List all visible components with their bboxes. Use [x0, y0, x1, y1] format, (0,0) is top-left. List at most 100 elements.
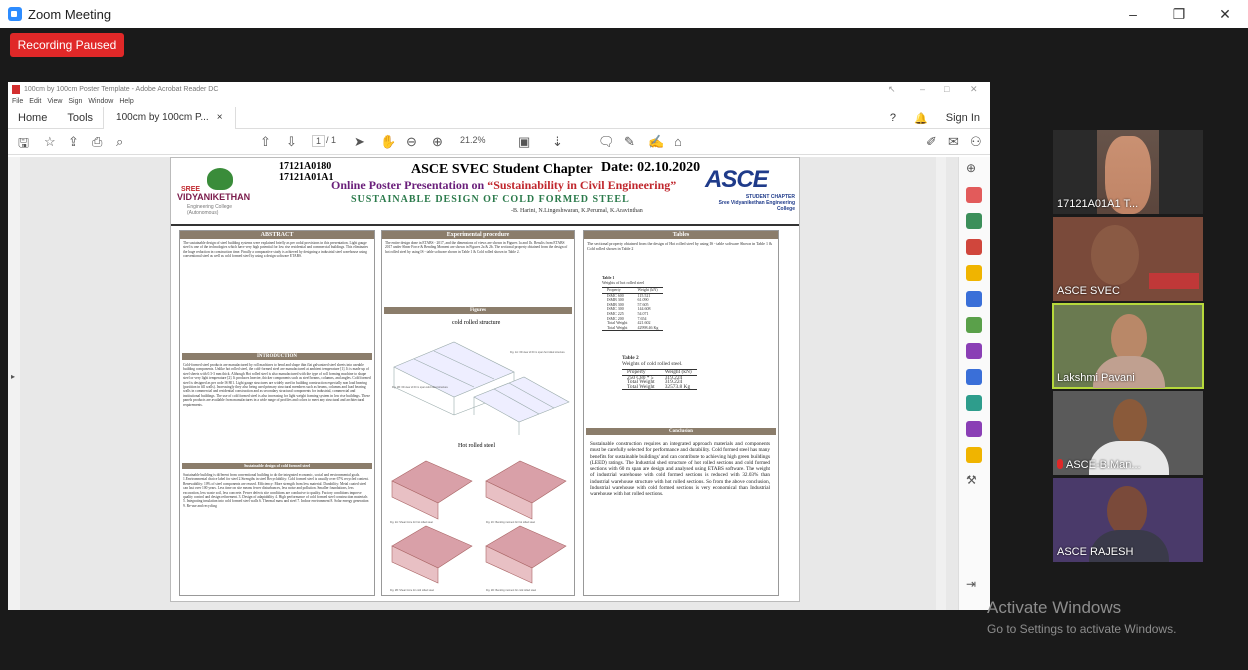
design-title: SUSTAINABLE DESIGN OF COLD FORMED STEEL	[351, 194, 630, 205]
fit-page-icon[interactable]: ▣	[518, 134, 530, 150]
participant-name: ASCE RAJESH	[1057, 546, 1134, 558]
zoom-in-icon[interactable]: ⊕	[432, 134, 443, 150]
tab-close-icon[interactable]: ×	[217, 112, 223, 123]
tab-document[interactable]: 100cm by 100cm P... ×	[103, 106, 236, 129]
menu-window[interactable]: Window	[88, 98, 113, 105]
compress-pdf-icon[interactable]	[966, 317, 982, 333]
compare-icon[interactable]	[966, 395, 982, 411]
comment-tool-icon[interactable]	[966, 265, 982, 281]
menu-edit[interactable]: Edit	[29, 98, 41, 105]
close-button[interactable]: ✕	[1202, 0, 1248, 28]
document-viewport[interactable]: ▸ SREE VIDYANIKETHAN Engineering College…	[8, 157, 990, 610]
comment-icon[interactable]: 🗨	[598, 134, 615, 150]
tables-intro: The sectional property obtained from the…	[587, 241, 773, 251]
pdf-icon	[12, 84, 20, 94]
export-file-icon[interactable]	[966, 447, 982, 463]
participant-name: ASCE-B.Man...	[1057, 459, 1141, 471]
participant-tile[interactable]: ASCE-B.Man...	[1053, 391, 1203, 475]
menu-file[interactable]: File	[12, 98, 23, 105]
acrobat-toolbar: 🖫 ☆ ⇪ ⎙ ⌕ ⇧ ⇩ 1 / 1 ➤ ✋ ⊖ ⊕ 21.2% ▣ ⇣ 🗨 …	[8, 129, 990, 155]
acrobat-close-button[interactable]: ✕	[970, 84, 978, 95]
fill-sign-icon[interactable]: ✐	[926, 134, 937, 150]
left-panel-toggle[interactable]: ▸	[8, 157, 20, 610]
abstract-heading: ABSTRACT	[180, 231, 374, 239]
pen-icon[interactable]: ✎	[624, 134, 635, 150]
save-icon[interactable]: 🖫	[18, 134, 29, 156]
more-tools-icon[interactable]: ⚒	[966, 473, 982, 489]
muted-mic-icon	[1057, 459, 1063, 469]
export-pdf-icon[interactable]	[966, 213, 982, 229]
menu-view[interactable]: View	[47, 98, 62, 105]
table-2: Table 2 Weights of cold rolled steel. Pr…	[622, 355, 697, 391]
minimize-button[interactable]: –	[1110, 0, 1156, 28]
tab-home[interactable]: Home	[8, 112, 57, 124]
protect-icon[interactable]	[966, 369, 982, 385]
combine-files-icon[interactable]	[966, 291, 982, 307]
sign-icon[interactable]: ✍	[648, 134, 664, 150]
page-total: / 1	[326, 135, 337, 145]
menu-sign[interactable]: Sign	[68, 98, 82, 105]
vertical-scrollbar[interactable]	[936, 157, 946, 610]
chapter-title: ASCE SVEC Student Chapter	[411, 162, 593, 177]
add-user-icon[interactable]: ⚇	[970, 134, 982, 150]
tab-tools[interactable]: Tools	[57, 112, 103, 124]
experimental-heading: Experimental procedure	[382, 231, 574, 239]
asce-logo: ASCE STUDENT CHAPTER Sree Vidyanikethan …	[705, 166, 795, 212]
participant-tile[interactable]: ASCE RAJESH	[1053, 478, 1203, 562]
table-cell: Total Weight	[627, 383, 655, 390]
participant-tile[interactable]: 17121A01A1 T...	[1053, 130, 1203, 214]
tag-icon[interactable]: ⌂	[674, 134, 682, 149]
bookmark-icon[interactable]: ☆	[44, 134, 56, 150]
zoom-out-icon[interactable]: ⊖	[406, 134, 417, 150]
restore-button[interactable]: ❐	[1156, 0, 1202, 28]
participant-tile-active-speaker[interactable]: Lakshmi Pavani	[1052, 303, 1204, 389]
zoom-titlebar: Zoom Meeting – ❐ ✕	[0, 0, 1248, 28]
activate-windows-watermark: Activate Windows Go to Settings to activ…	[987, 598, 1177, 636]
tab-document-label: 100cm by 100cm P...	[116, 112, 209, 123]
tables-heading: Tables	[584, 231, 778, 239]
help-icon[interactable]: ?	[890, 112, 896, 124]
sign-in-button[interactable]: Sign In	[946, 112, 980, 124]
prev-page-icon[interactable]: ⇧	[260, 134, 271, 150]
conclusion-text: Sustainable construction requires an int…	[590, 441, 771, 498]
hot-rolled-title: Hot rolled steel	[458, 443, 495, 449]
page-number-input[interactable]: 1	[312, 135, 326, 147]
acrobat-minimize-button[interactable]: –	[920, 84, 925, 94]
shared-screen-acrobat: 100cm by 100cm Poster Template - Adobe A…	[8, 82, 990, 610]
hand-tool-icon[interactable]: ✋	[380, 134, 396, 150]
introduction-text: Cold-formed steel products are manufactu…	[183, 363, 371, 407]
acrobat-window-title: 100cm by 100cm Poster Template - Adobe A…	[24, 85, 219, 93]
create-pdf-icon[interactable]	[966, 239, 982, 255]
share-icon[interactable]: ⇪	[68, 134, 79, 150]
select-tool-icon[interactable]: ➤	[354, 134, 365, 150]
participant-name: 17121A01A1 T...	[1057, 198, 1139, 210]
collapse-pane-icon[interactable]: ⇥	[966, 577, 982, 593]
poster-column-3: Tables The sectional property obtained f…	[583, 230, 779, 596]
cursor-icon: ↖	[888, 84, 896, 94]
search-icon[interactable]: ⌕	[116, 134, 123, 150]
cold-rolled-renders	[393, 341, 570, 435]
zoom-window-title: Zoom Meeting	[28, 6, 112, 22]
recording-paused-badge[interactable]: Recording Paused	[10, 33, 124, 57]
poster-page: SREE VIDYANIKETHAN Engineering College (…	[170, 157, 800, 602]
table-1: Table 1 Weights of hot rolled steel Prop…	[602, 275, 664, 332]
figure-2b-caption: Fig. 2B: Shear force for cold rolled ste…	[390, 589, 434, 592]
expand-arrow-icon: ▸	[11, 372, 16, 381]
scroll-mode-icon[interactable]: ⇣	[552, 134, 563, 150]
menu-help[interactable]: Help	[119, 98, 133, 105]
cold-rolled-title: cold rolled structure	[452, 320, 501, 326]
bell-icon[interactable]: 🔔	[914, 112, 928, 125]
zoom-tool-icon[interactable]: ⊕	[966, 161, 982, 177]
acrobat-restore-button[interactable]: □	[944, 84, 949, 94]
print-icon[interactable]: ⎙	[92, 134, 102, 150]
fill-and-sign-icon[interactable]	[966, 343, 982, 359]
next-page-icon[interactable]: ⇩	[286, 134, 297, 150]
poster-column-2: Experimental procedure The entire design…	[381, 230, 575, 596]
send-for-signature-icon[interactable]	[966, 421, 982, 437]
participant-tile[interactable]: ASCE SVEC	[1053, 217, 1203, 301]
organize-pages-icon[interactable]	[966, 187, 982, 203]
acrobat-menubar: File Edit View Sign Window Help	[8, 96, 990, 107]
zoom-level[interactable]: 21.2%	[460, 135, 486, 145]
poster-header: SREE VIDYANIKETHAN Engineering College (…	[171, 158, 799, 223]
mail-icon[interactable]: ✉	[948, 134, 959, 150]
